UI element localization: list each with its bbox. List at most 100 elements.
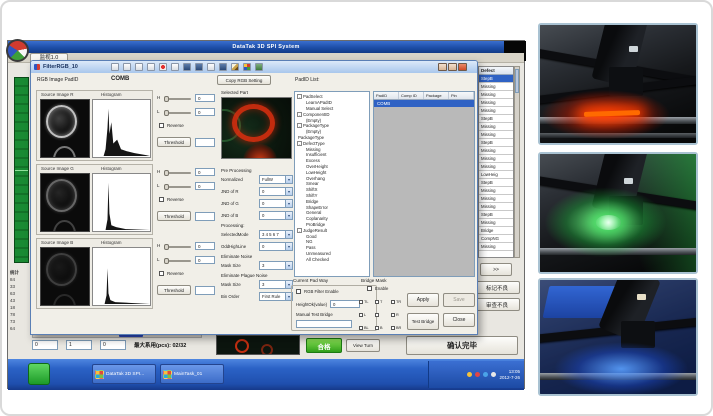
setting-dropdown[interactable]: 0 bbox=[259, 211, 293, 220]
confirm-complete-button[interactable]: 确认完毕 bbox=[406, 336, 518, 355]
minimize-icon[interactable] bbox=[438, 63, 447, 71]
tray-white-icon[interactable] bbox=[491, 372, 496, 377]
defect-row[interactable]: Missing bbox=[479, 147, 513, 155]
save-doc-icon[interactable] bbox=[135, 63, 143, 71]
mask-checkbox[interactable] bbox=[391, 313, 395, 317]
view-dark-icon[interactable] bbox=[195, 63, 203, 71]
slider-thumb[interactable] bbox=[164, 184, 169, 190]
h-value-input[interactable]: 0 bbox=[195, 242, 215, 250]
bridge-mask-cell[interactable]: BL bbox=[359, 321, 375, 334]
record-icon[interactable] bbox=[159, 63, 167, 71]
defect-row[interactable]: Missing bbox=[479, 195, 513, 203]
chevron-down-icon[interactable] bbox=[285, 262, 292, 269]
defect-row[interactable]: StepB bbox=[479, 179, 513, 187]
pcb-board-map[interactable] bbox=[14, 77, 29, 263]
chevron-down-icon[interactable] bbox=[285, 212, 292, 219]
chevron-down-icon[interactable] bbox=[285, 231, 292, 238]
setting-dropdown[interactable]: First Rule bbox=[259, 292, 293, 301]
mask-checkbox[interactable] bbox=[359, 313, 363, 317]
tree-toggle-icon[interactable]: - bbox=[297, 123, 302, 128]
defect-row[interactable]: StepB bbox=[479, 139, 513, 147]
chevron-down-icon[interactable] bbox=[285, 176, 292, 183]
threshold-button[interactable]: Threshold bbox=[157, 137, 191, 147]
setting-dropdown[interactable]: 0 bbox=[259, 242, 293, 251]
defect-row[interactable]: Missing bbox=[479, 107, 513, 115]
padid-selected-row[interactable]: COMB bbox=[374, 100, 474, 107]
bridge-mask-cell[interactable]: R bbox=[391, 308, 407, 321]
defect-row[interactable]: Missing bbox=[479, 187, 513, 195]
defect-row[interactable]: Missing bbox=[479, 219, 513, 227]
chevron-down-icon[interactable] bbox=[285, 188, 292, 195]
setting-dropdown[interactable]: FullW bbox=[259, 175, 293, 184]
l-slider[interactable] bbox=[165, 186, 191, 188]
tray-red-icon[interactable] bbox=[475, 372, 480, 377]
status-value-1[interactable]: 0 bbox=[32, 340, 58, 350]
test-bridge-button[interactable]: Test Bridge bbox=[407, 313, 439, 330]
close-icon[interactable] bbox=[458, 63, 467, 71]
setting-dropdown[interactable]: 3 bbox=[259, 280, 293, 289]
h-slider[interactable] bbox=[165, 172, 191, 174]
view-light-icon[interactable] bbox=[207, 63, 215, 71]
defect-row[interactable]: Missing bbox=[479, 131, 513, 139]
bridge-mask-cell[interactable]: B bbox=[375, 321, 391, 334]
setting-dropdown[interactable]: 3 4 5 6 7 bbox=[259, 230, 293, 239]
tree-item[interactable]: All Checked bbox=[295, 256, 369, 262]
measure-icon[interactable] bbox=[171, 63, 179, 71]
copy-rgb-setting-button[interactable]: Copy RGB Setting bbox=[217, 75, 271, 85]
start-button[interactable] bbox=[28, 363, 50, 385]
defect-row[interactable]: Missing bbox=[479, 243, 513, 251]
defect-row[interactable]: Missing bbox=[479, 155, 513, 163]
tree-toggle-icon[interactable]: - bbox=[297, 112, 302, 117]
mask-checkbox[interactable] bbox=[391, 300, 395, 304]
mask-checkbox[interactable] bbox=[375, 326, 379, 330]
setting-dropdown[interactable]: 3 bbox=[259, 261, 293, 270]
color-palette-icon[interactable] bbox=[243, 63, 251, 71]
defect-row[interactable]: StepB bbox=[479, 115, 513, 123]
status-value-2[interactable]: 1 bbox=[66, 340, 92, 350]
manual-test-bridge-input[interactable] bbox=[296, 320, 352, 328]
height-ok-input[interactable]: 0 bbox=[330, 300, 360, 308]
tree-toggle-icon[interactable]: - bbox=[297, 141, 302, 146]
reverse-checkbox[interactable] bbox=[159, 197, 164, 202]
slider-thumb[interactable] bbox=[164, 96, 169, 102]
slider-thumb[interactable] bbox=[164, 170, 169, 176]
l-value-input[interactable]: 0 bbox=[195, 108, 215, 116]
tray-blue-icon[interactable] bbox=[483, 372, 488, 377]
defect-table-scrollbar[interactable] bbox=[514, 66, 520, 258]
edit-pencil-icon[interactable] bbox=[231, 63, 239, 71]
apply-button[interactable]: Apply bbox=[407, 293, 439, 307]
l-value-input[interactable]: 0 bbox=[195, 256, 215, 264]
threshold-value-input[interactable] bbox=[195, 286, 215, 295]
save-button[interactable]: Save bbox=[443, 293, 475, 307]
bridge-mask-enable-checkbox[interactable] bbox=[367, 286, 372, 291]
slider-thumb[interactable] bbox=[164, 110, 169, 116]
mask-checkbox[interactable] bbox=[391, 326, 395, 330]
defect-row-selected[interactable]: StepB bbox=[479, 75, 513, 83]
status-value-3[interactable]: 0 bbox=[100, 340, 126, 350]
threshold-button[interactable]: Threshold bbox=[157, 285, 191, 295]
defect-row[interactable]: LowHeig bbox=[479, 171, 513, 179]
h-value-input[interactable]: 0 bbox=[195, 94, 215, 102]
defect-row[interactable]: CompNG bbox=[479, 235, 513, 243]
reverse-checkbox[interactable] bbox=[159, 271, 164, 276]
reverse-checkbox[interactable] bbox=[159, 123, 164, 128]
chip-view-icon[interactable] bbox=[255, 63, 263, 71]
defect-row[interactable]: Missing bbox=[479, 163, 513, 171]
h-value-input[interactable]: 0 bbox=[195, 168, 215, 176]
defect-row[interactable]: StepB bbox=[479, 211, 513, 219]
l-value-input[interactable]: 0 bbox=[195, 182, 215, 190]
defect-row[interactable]: Missing bbox=[479, 99, 513, 107]
camera-icon[interactable] bbox=[147, 63, 155, 71]
rgb-filter-enable-checkbox[interactable] bbox=[296, 289, 301, 294]
bridge-mask-cell[interactable] bbox=[375, 308, 391, 321]
mask-checkbox[interactable] bbox=[359, 326, 363, 330]
threshold-value-input[interactable] bbox=[195, 138, 215, 147]
l-slider[interactable] bbox=[165, 112, 191, 114]
defect-row[interactable]: Missing bbox=[479, 203, 513, 211]
maximize-icon[interactable] bbox=[448, 63, 457, 71]
close-button[interactable]: Close bbox=[443, 313, 475, 327]
new-doc-icon[interactable] bbox=[111, 63, 119, 71]
defect-row[interactable]: Bridge bbox=[479, 227, 513, 235]
open-folder-icon[interactable] bbox=[123, 63, 131, 71]
slider-thumb[interactable] bbox=[164, 258, 169, 264]
